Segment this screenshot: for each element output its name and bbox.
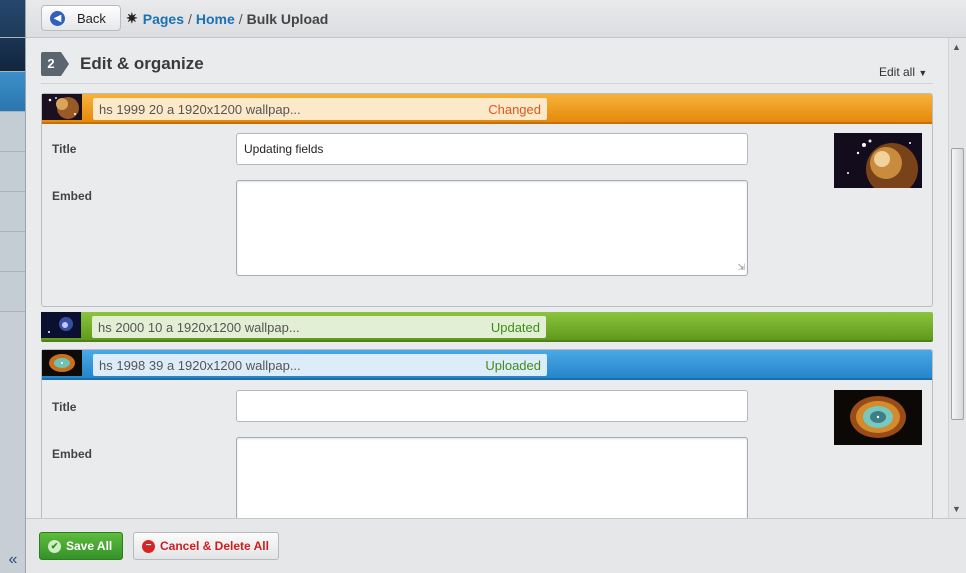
title-input[interactable] xyxy=(236,390,748,422)
title-label: Title xyxy=(52,400,77,414)
item-header[interactable]: hs 2000 10 a 1920x1200 wallpap... Update… xyxy=(41,312,933,342)
preview-image xyxy=(834,133,922,188)
embed-textarea[interactable]: ⇲ xyxy=(236,180,748,276)
rail-item[interactable] xyxy=(0,152,25,192)
left-rail: « xyxy=(0,0,26,573)
embed-label: Embed xyxy=(52,189,93,203)
rail-item[interactable] xyxy=(0,38,25,72)
breadcrumb-home[interactable]: Home xyxy=(196,11,235,27)
upload-item: hs 1998 39 a 1920x1200 wallpap... Upload… xyxy=(41,349,933,518)
item-filename: hs 1999 20 a 1920x1200 wallpap... xyxy=(99,101,301,117)
cancel-delete-all-button[interactable]: − Cancel & Delete All xyxy=(133,532,279,560)
rail-item[interactable] xyxy=(0,112,25,152)
collapse-icon[interactable]: « xyxy=(0,546,26,573)
embed-textarea[interactable] xyxy=(236,437,748,518)
back-button[interactable]: ◀ Back xyxy=(41,5,121,31)
status-badge: Changed xyxy=(488,101,541,117)
title-label: Title xyxy=(52,142,77,156)
item-name-box: hs 2000 10 a 1920x1200 wallpap... Update… xyxy=(92,316,546,338)
top-bar: ◀ Back ✷ Pages / Home / Bulk Upload xyxy=(26,0,966,38)
item-name-box: hs 1998 39 a 1920x1200 wallpap... Upload… xyxy=(93,354,547,376)
scrollbar-thumb[interactable] xyxy=(951,148,964,420)
edit-all-label: Edit all xyxy=(879,65,916,79)
back-arrow-icon: ◀ xyxy=(50,10,65,26)
preview-image xyxy=(834,390,922,445)
status-badge: Updated xyxy=(490,319,540,335)
edit-all-dropdown[interactable]: Edit all ▼ xyxy=(879,65,927,79)
item-thumbnail xyxy=(41,312,81,338)
item-header[interactable]: hs 1999 20 a 1920x1200 wallpap... Change… xyxy=(42,94,932,124)
no-entry-icon: − xyxy=(142,539,155,553)
step-number: 2 xyxy=(41,52,69,76)
breadcrumb-current: Bulk Upload xyxy=(246,10,329,27)
embed-label: Embed xyxy=(52,447,93,461)
rail-item[interactable] xyxy=(0,272,25,312)
item-filename: hs 2000 10 a 1920x1200 wallpap... xyxy=(98,319,300,335)
title-input[interactable] xyxy=(236,133,748,165)
scroll-up-icon[interactable]: ▲ xyxy=(952,42,961,52)
scroll-down-icon[interactable]: ▼ xyxy=(952,504,961,514)
divider xyxy=(41,83,933,84)
back-label: Back xyxy=(77,10,106,26)
breadcrumb-separator: / xyxy=(187,10,192,27)
status-badge: Uploaded xyxy=(485,357,541,373)
rail-item-active[interactable] xyxy=(0,72,25,112)
breadcrumb: ✷ Pages / Home / Bulk Upload xyxy=(126,10,328,27)
section-title: Edit & organize xyxy=(80,54,204,73)
puzzle-icon: ✷ xyxy=(126,10,138,26)
item-header[interactable]: hs 1998 39 a 1920x1200 wallpap... Upload… xyxy=(42,350,932,380)
item-thumbnail xyxy=(42,350,82,376)
main-content: 2 Edit & organize Edit all ▼ hs 1999 20 … xyxy=(26,38,948,518)
item-filename: hs 1998 39 a 1920x1200 wallpap... xyxy=(99,357,301,373)
cancel-delete-all-label: Cancel & Delete All xyxy=(160,539,269,553)
footer-bar: ✔ Save All − Cancel & Delete All xyxy=(26,518,966,573)
save-all-label: Save All xyxy=(66,539,113,553)
rail-item[interactable] xyxy=(0,0,25,38)
checkmark-icon: ✔ xyxy=(48,539,61,553)
item-thumbnail xyxy=(42,94,82,120)
upload-item: hs 1999 20 a 1920x1200 wallpap... Change… xyxy=(41,93,933,307)
resize-handle-icon[interactable]: ⇲ xyxy=(737,262,745,273)
rail-item[interactable] xyxy=(0,192,25,232)
save-all-button[interactable]: ✔ Save All xyxy=(39,532,123,560)
breadcrumb-pages[interactable]: Pages xyxy=(143,11,184,27)
vertical-scrollbar[interactable]: ▲ ▼ xyxy=(948,38,966,518)
item-name-box: hs 1999 20 a 1920x1200 wallpap... Change… xyxy=(93,98,547,120)
chevron-down-icon: ▼ xyxy=(918,68,928,78)
upload-item: hs 2000 10 a 1920x1200 wallpap... Update… xyxy=(41,312,933,344)
breadcrumb-separator: / xyxy=(238,10,243,27)
rail-item[interactable] xyxy=(0,232,25,272)
